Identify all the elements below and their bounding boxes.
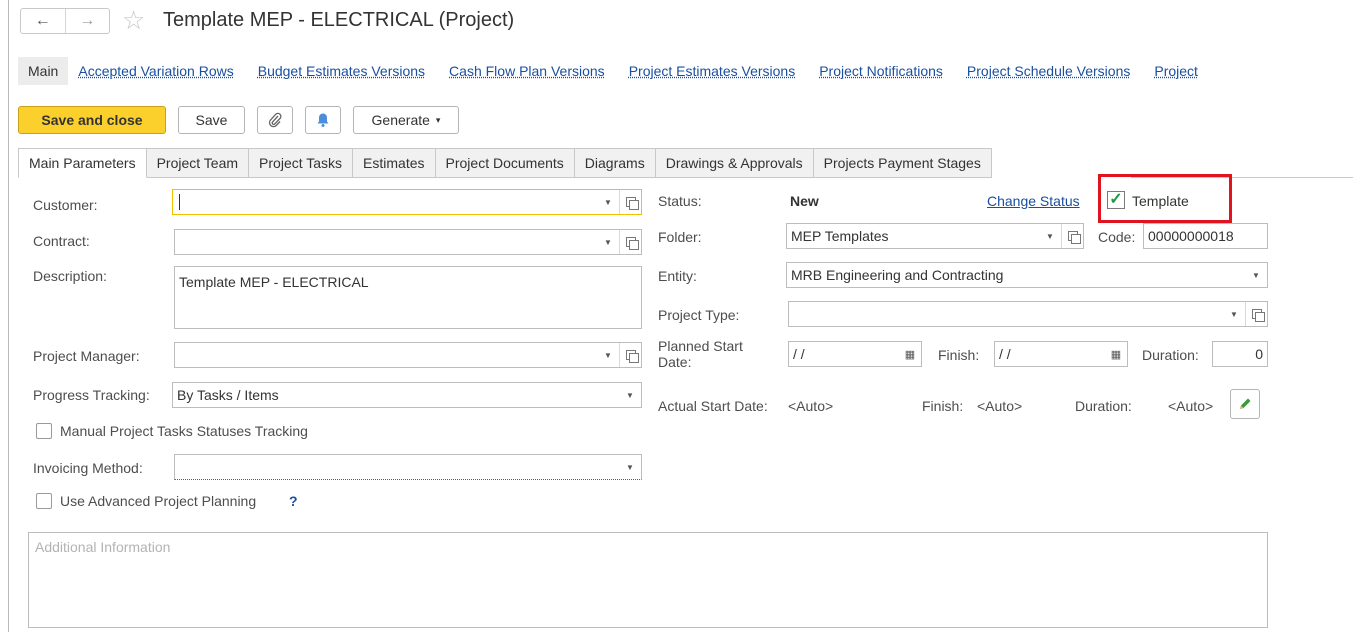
advanced-planning-checkbox[interactable] (36, 493, 52, 509)
planned-start-value: / / (793, 346, 805, 362)
status-value: New (790, 193, 819, 209)
nav-link-project-estimates-versions[interactable]: Project Estimates Versions (629, 63, 796, 79)
customer-label: Customer: (33, 197, 98, 213)
tab-drawings-approvals[interactable]: Drawings & Approvals (655, 148, 814, 178)
folder-label: Folder: (658, 229, 702, 245)
actual-duration-value: <Auto> (1168, 398, 1214, 414)
open-item-icon[interactable] (619, 190, 641, 214)
nav-main[interactable]: Main (18, 57, 69, 85)
form-tabs: Main Parameters Project Team Project Tas… (18, 148, 992, 178)
entity-select[interactable]: MRB Engineering and Contracting ▼ (786, 262, 1268, 288)
back-arrow-icon[interactable]: ← (21, 9, 65, 33)
tab-project-tasks[interactable]: Project Tasks (249, 148, 354, 178)
nav-link-accepted-variation-rows[interactable]: Accepted Variation Rows (78, 63, 233, 79)
nav-link-project[interactable]: Project (1154, 63, 1198, 79)
chevron-down-icon[interactable]: ▼ (619, 455, 641, 479)
project-manager-label: Project Manager: (33, 348, 140, 364)
open-item-icon[interactable] (1061, 224, 1083, 248)
project-manager-field[interactable]: ▼ (174, 342, 642, 368)
tab-diagrams[interactable]: Diagrams (574, 148, 656, 178)
paperclip-icon (268, 112, 282, 128)
duration-label: Duration: (1142, 347, 1199, 363)
invoicing-method-label: Invoicing Method: (33, 460, 143, 476)
tab-estimates[interactable]: Estimates (353, 148, 436, 178)
customer-field[interactable]: ▼ (172, 189, 642, 215)
entity-value: MRB Engineering and Contracting (791, 267, 1004, 283)
pencil-icon (1240, 398, 1251, 409)
chevron-down-icon[interactable]: ▼ (597, 190, 619, 214)
tab-main-parameters[interactable]: Main Parameters (18, 148, 147, 178)
progress-tracking-label: Progress Tracking: (33, 387, 150, 403)
favorite-star-icon[interactable]: ☆ (122, 6, 145, 34)
project-type-label: Project Type: (658, 307, 740, 323)
finish-label: Finish: (938, 347, 980, 363)
open-item-icon[interactable] (619, 343, 641, 367)
actual-start-value: <Auto> (788, 398, 834, 414)
status-label: Status: (658, 193, 702, 209)
chevron-down-icon: ▾ (435, 114, 441, 125)
tab-projects-payment-stages[interactable]: Projects Payment Stages (813, 148, 992, 178)
nav-link-project-notifications[interactable]: Project Notifications (819, 63, 943, 79)
finish-date-field[interactable]: / / ▦ (994, 341, 1128, 367)
planned-start-field[interactable]: / / ▦ (788, 341, 922, 367)
invoicing-method-select[interactable]: ▼ (174, 454, 642, 480)
description-field[interactable]: Template MEP - ELECTRICAL (174, 266, 642, 329)
help-icon[interactable]: ? (289, 493, 298, 509)
forward-arrow-icon[interactable]: → (64, 9, 110, 33)
nav-link-project-schedule-versions[interactable]: Project Schedule Versions (967, 63, 1130, 79)
generate-button[interactable]: Generate ▾ (353, 106, 459, 134)
advanced-planning-label: Use Advanced Project Planning (60, 493, 257, 509)
actual-finish-value: <Auto> (977, 398, 1023, 414)
history-nav: ← → (20, 8, 110, 34)
manual-tracking-label: Manual Project Tasks Statuses Tracking (60, 423, 308, 439)
additional-info-field[interactable]: Additional Information (28, 532, 1268, 628)
text-cursor (179, 194, 180, 210)
project-type-field[interactable]: ▼ (788, 301, 1268, 327)
save-button[interactable]: Save (178, 106, 245, 134)
open-item-icon[interactable] (619, 230, 641, 254)
description-label: Description: (33, 268, 107, 284)
bell-icon (317, 113, 329, 127)
chevron-down-icon[interactable]: ▼ (597, 343, 619, 367)
folder-value: MEP Templates (791, 228, 889, 244)
contract-field[interactable]: ▼ (174, 229, 642, 255)
planned-start-label-line2: Date: (658, 354, 692, 370)
entity-label: Entity: (658, 268, 697, 284)
calendar-icon[interactable]: ▦ (899, 342, 921, 366)
chevron-down-icon[interactable]: ▼ (1245, 263, 1267, 287)
planned-start-label: Planned Start Date: (658, 338, 743, 370)
save-and-close-button[interactable]: Save and close (18, 106, 166, 134)
tab-project-team[interactable]: Project Team (146, 148, 250, 178)
nav-link-cash-flow-plan-versions[interactable]: Cash Flow Plan Versions (449, 63, 605, 79)
tab-project-documents[interactable]: Project Documents (435, 148, 575, 178)
edit-button[interactable] (1230, 389, 1260, 419)
window-title: Template MEP - ELECTRICAL (Project) (163, 9, 515, 31)
contract-label: Contract: (33, 233, 90, 249)
actual-duration-label: Duration: (1075, 398, 1132, 414)
actual-finish-label: Finish: (922, 398, 964, 414)
progress-tracking-select[interactable]: By Tasks / Items ▼ (172, 382, 642, 408)
chevron-down-icon[interactable]: ▼ (1223, 302, 1245, 326)
actual-start-label: Actual Start Date: (658, 398, 768, 414)
highlight-box (1098, 174, 1232, 223)
code-label: Code: (1098, 229, 1136, 245)
folder-field[interactable]: MEP Templates ▼ (786, 223, 1084, 249)
chevron-down-icon[interactable]: ▼ (1039, 224, 1061, 248)
chevron-down-icon[interactable]: ▼ (597, 230, 619, 254)
notification-button[interactable] (305, 106, 341, 134)
top-navigation: Main Accepted Variation Rows Budget Esti… (18, 56, 1353, 86)
planned-start-label-line1: Planned Start (658, 338, 743, 354)
attach-button[interactable] (257, 106, 293, 134)
finish-date-value: / / (999, 346, 1011, 362)
code-field[interactable]: 00000000018 (1143, 223, 1268, 249)
manual-tracking-checkbox[interactable] (36, 423, 52, 439)
generate-label: Generate (371, 112, 430, 128)
change-status-link[interactable]: Change Status (987, 193, 1080, 209)
nav-link-budget-estimates-versions[interactable]: Budget Estimates Versions (258, 63, 425, 79)
progress-tracking-value: By Tasks / Items (177, 387, 279, 403)
open-item-icon[interactable] (1245, 302, 1267, 326)
chevron-down-icon[interactable]: ▼ (619, 383, 641, 407)
duration-field[interactable]: 0 (1212, 341, 1268, 367)
calendar-icon[interactable]: ▦ (1105, 342, 1127, 366)
